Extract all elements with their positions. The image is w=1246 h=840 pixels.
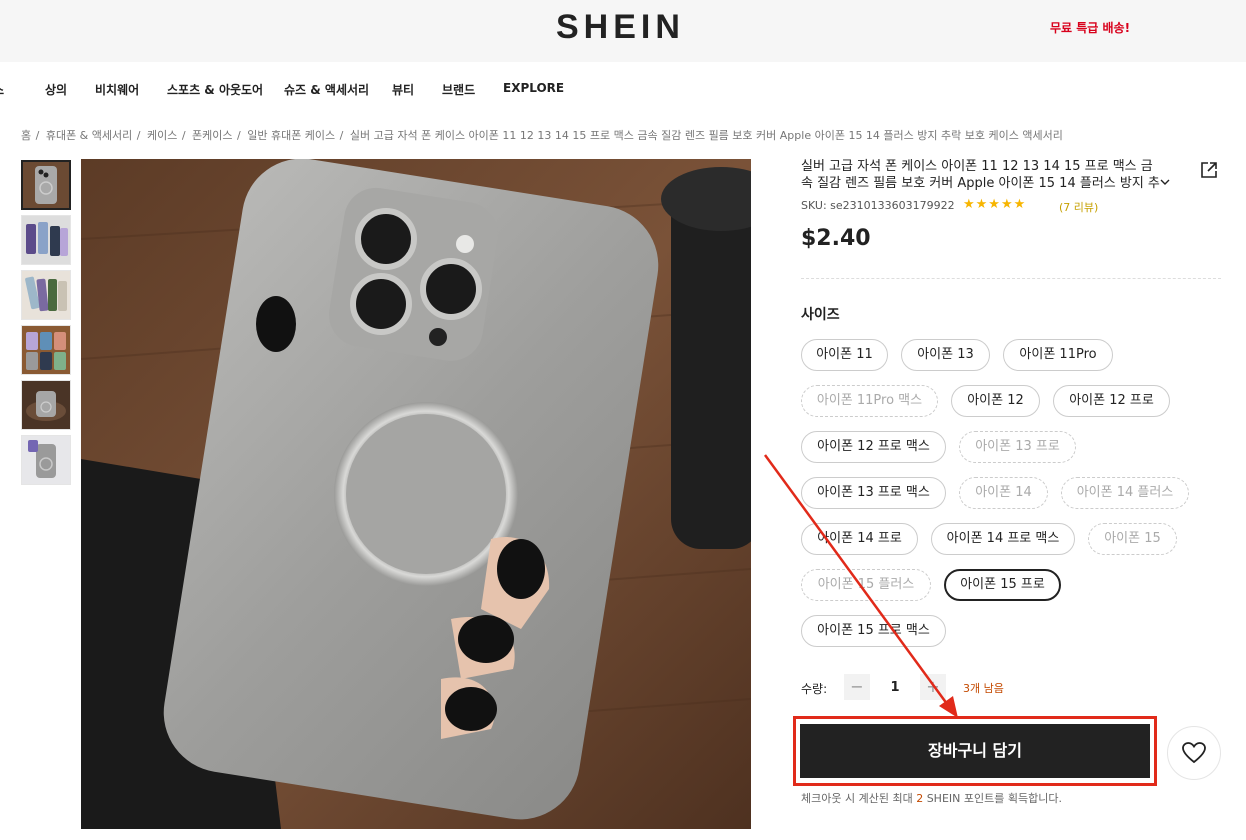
size-option-disabled[interactable]: 아이폰 14 플러스	[1061, 477, 1189, 509]
wishlist-button[interactable]	[1167, 726, 1221, 780]
top-bar: SHEIN 무료 특급 배송!	[0, 0, 1246, 62]
thumbnail-1[interactable]	[21, 160, 71, 210]
nav-item-brands[interactable]: 브랜드	[442, 81, 475, 98]
size-option-selected[interactable]: 아이폰 15 프로	[944, 569, 1061, 601]
points-prefix: 체크아웃 시 계산된 최대	[801, 792, 913, 805]
nav-item-shoes[interactable]: 슈즈 & 액세서리	[284, 81, 369, 98]
chevron-down-icon[interactable]	[1159, 176, 1171, 191]
quantity-decrease-button[interactable]: −	[844, 674, 870, 700]
size-option[interactable]: 아이폰 11Pro	[1003, 339, 1113, 371]
stock-remaining: 3개 남음	[963, 682, 1004, 695]
thumbnail-list	[21, 160, 71, 490]
nav-item-beachwear[interactable]: 비치웨어	[95, 81, 139, 98]
nav-item-partial[interactable]: 스	[0, 81, 4, 98]
product-sku: SKU: se2310133603179922	[801, 199, 955, 212]
product-price: $2.40	[801, 226, 871, 251]
thumbnail-3[interactable]	[21, 270, 71, 320]
quantity-label: 수량:	[801, 682, 828, 696]
nav-item-tops[interactable]: 상의	[45, 81, 67, 98]
size-option[interactable]: 아이폰 13	[901, 339, 990, 371]
review-count-link[interactable]: (7 리뷰)	[1059, 199, 1098, 215]
size-option-disabled[interactable]: 아이폰 15 플러스	[801, 569, 931, 601]
share-icon[interactable]	[1199, 160, 1219, 180]
quantity-increase-button[interactable]: +	[920, 674, 946, 700]
size-option[interactable]: 아이폰 12 프로	[1053, 385, 1170, 417]
breadcrumb-home[interactable]: 홈	[21, 129, 31, 142]
shein-logo[interactable]: SHEIN	[556, 8, 685, 47]
thumbnail-2[interactable]	[21, 215, 71, 265]
size-option-disabled[interactable]: 아이폰 14	[959, 477, 1048, 509]
nav-item-explore[interactable]: EXPLORE	[503, 81, 564, 95]
breadcrumb-phone-accessories[interactable]: 휴대폰 & 액세서리	[46, 129, 132, 142]
product-title: 실버 고급 자석 폰 케이스 아이폰 11 12 13 14 15 프로 맥스 …	[801, 159, 1160, 191]
size-option[interactable]: 아이폰 13 프로 맥스	[801, 477, 946, 509]
heart-icon	[1182, 742, 1206, 764]
size-option[interactable]: 아이폰 14 프로	[801, 523, 918, 555]
breadcrumb-general-cases[interactable]: 일반 휴대폰 케이스	[247, 129, 335, 142]
nav-item-sports[interactable]: 스포츠 & 아웃도어	[167, 81, 263, 98]
breadcrumb-current: 실버 고급 자석 폰 케이스 아이폰 11 12 13 14 15 프로 맥스 …	[349, 129, 1063, 142]
size-option[interactable]: 아이폰 15 프로 맥스	[801, 615, 946, 647]
thumbnail-5[interactable]	[21, 380, 71, 430]
size-label: 사이즈	[801, 307, 840, 323]
breadcrumb-cases[interactable]: 케이스	[147, 129, 177, 142]
size-option[interactable]: 아이폰 14 프로 맥스	[931, 523, 1075, 555]
rating-stars: ★★★★★	[963, 197, 1027, 212]
main-product-image[interactable]	[81, 159, 751, 829]
size-option-disabled[interactable]: 아이폰 15	[1088, 523, 1177, 555]
size-option[interactable]: 아이폰 11	[801, 339, 888, 371]
category-nav: 스 상의 비치웨어 스포츠 & 아웃도어 슈즈 & 액세서리 뷰티 브랜드 EX…	[0, 62, 1246, 116]
breadcrumb-phone-cases[interactable]: 폰케이스	[192, 129, 232, 142]
points-note: 체크아웃 시 계산된 최대 2 SHEIN 포인트를 획득합니다.	[801, 790, 1062, 806]
points-value: 2	[916, 792, 924, 805]
thumbnail-4[interactable]	[21, 325, 71, 375]
add-to-cart-button[interactable]: 장바구니 담기	[800, 724, 1150, 778]
size-option-disabled[interactable]: 아이폰 11Pro 맥스	[801, 385, 938, 417]
size-option[interactable]: 아이폰 12	[951, 385, 1040, 417]
breadcrumb: 홈 / 휴대폰 & 액세서리 / 케이스 / 폰케이스 / 일반 휴대폰 케이스…	[21, 129, 1063, 142]
divider	[801, 278, 1221, 279]
quantity-input[interactable]	[870, 674, 920, 700]
nav-item-beauty[interactable]: 뷰티	[392, 81, 414, 98]
free-shipping-promo[interactable]: 무료 특급 배송!	[1050, 19, 1130, 36]
size-option[interactable]: 아이폰 12 프로 맥스	[801, 431, 946, 463]
thumbnail-6[interactable]	[21, 435, 71, 485]
points-suffix: SHEIN 포인트를 획득합니다.	[926, 792, 1062, 805]
size-option-disabled[interactable]: 아이폰 13 프로	[959, 431, 1076, 463]
